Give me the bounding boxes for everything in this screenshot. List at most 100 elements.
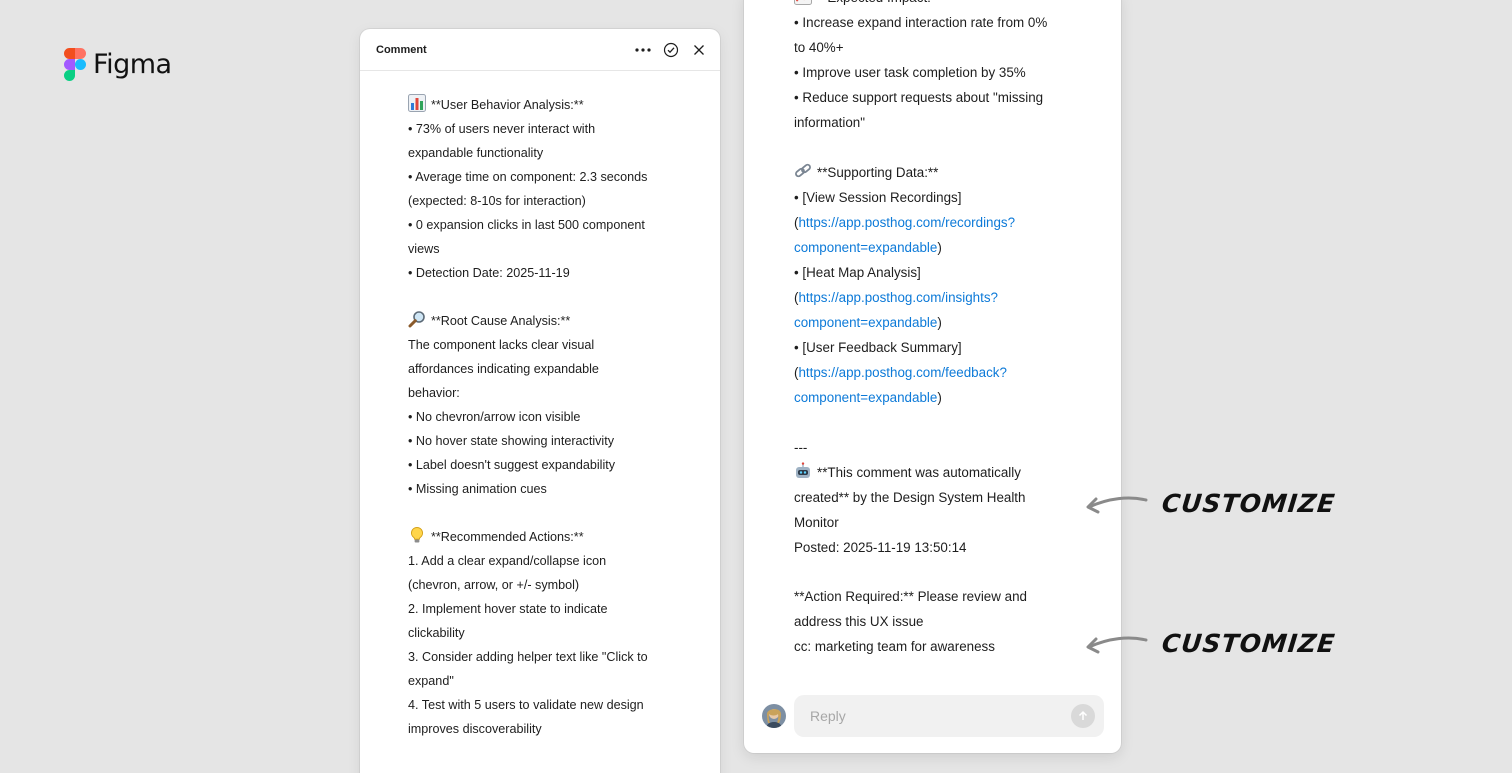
line-text: • Improve user task completion by 35%: [794, 65, 1026, 81]
magnifier-icon: [408, 310, 426, 328]
comment-line: (https://app.posthog.com/insights?: [794, 285, 1084, 310]
line-text: behavior:: [408, 386, 460, 400]
line-text: **Recommended Actions:**: [431, 530, 584, 544]
url-link[interactable]: component=expandable: [794, 390, 937, 405]
arrow-up-icon: [1078, 710, 1088, 720]
url-link[interactable]: component=expandable: [794, 240, 937, 255]
annotation-customize-2: CUSTOMIZE: [1084, 628, 1337, 658]
annotation-label: CUSTOMIZE: [1160, 628, 1337, 658]
reply-input[interactable]: Reply: [794, 695, 1104, 737]
comment-line: ---: [794, 435, 1084, 460]
line-text: expandable functionality: [408, 146, 544, 160]
paren-text: ): [937, 390, 942, 406]
line-text: address this UX issue: [794, 614, 924, 630]
line-text: • [User Feedback Summary]: [794, 340, 962, 356]
line-text: to 40%+: [794, 40, 844, 56]
line-text: 1. Add a clear expand/collapse icon: [408, 554, 607, 568]
comment-line: • No chevron/arrow icon visible: [408, 405, 688, 429]
comment-line: [408, 501, 688, 525]
line-text: information": [794, 115, 865, 131]
comment-line: expandable functionality: [408, 141, 688, 165]
line-text: views: [408, 242, 440, 256]
line-text: affordances indicating expandable: [408, 362, 599, 376]
curved-arrow-icon: [1086, 636, 1148, 654]
robot-icon: [794, 461, 812, 480]
comment-line: component=expandable): [794, 385, 1084, 410]
url-link[interactable]: https://app.posthog.com/insights?: [798, 290, 998, 305]
url-link[interactable]: https://app.posthog.com/recordings?: [798, 215, 1015, 230]
line-text: • Detection Date: 2025-11-19: [408, 266, 570, 280]
comment-line: • Average time on component: 2.3 seconds: [408, 165, 688, 189]
comment-line: [408, 285, 688, 309]
comment-line: affordances indicating expandable: [408, 357, 688, 381]
line-text: **User Behavior Analysis:**: [431, 98, 584, 112]
comment-line: cc: marketing team for awareness: [794, 634, 1084, 659]
line-text: **Root Cause Analysis:**: [431, 314, 571, 328]
comment-line: component=expandable): [794, 310, 1084, 335]
line-text: (chevron, arrow, or +/- symbol): [408, 578, 580, 592]
line-text: Monitor: [794, 514, 839, 530]
close-icon[interactable]: [690, 41, 708, 59]
comment-line: views: [408, 237, 688, 261]
comment-line: Monitor: [794, 510, 1084, 535]
line-text: • [Heat Map Analysis]: [794, 264, 921, 280]
line-text: 4. Test with 5 users to validate new des…: [408, 698, 644, 712]
comment-line: (expected: 8-10s for interaction): [408, 189, 688, 213]
comment-line: 4. Test with 5 users to validate new des…: [408, 693, 688, 717]
line-text: • Average time on component: 2.3 seconds: [408, 170, 648, 184]
comment-line: **Recommended Actions:**: [408, 525, 688, 549]
line-text: created** by the Design System Health: [794, 489, 1026, 505]
comment-line: • Label doesn't suggest expandability: [408, 453, 688, 477]
comment-line: component=expandable): [794, 235, 1084, 260]
trend-icon: [794, 0, 812, 5]
comment-line: **Supporting Data:**: [794, 160, 1084, 185]
line-text: **This comment was automatically: [817, 464, 1021, 480]
line-text: • 0 expansion clicks in last 500 compone…: [408, 218, 645, 232]
line-text: cc: marketing team for awareness: [794, 639, 995, 655]
line-text: clickability: [408, 626, 465, 640]
paren-text: ): [937, 239, 942, 255]
figma-logo-icon: [64, 48, 86, 81]
comment-line: • Improve user task completion by 35%: [794, 60, 1084, 85]
send-button[interactable]: [1071, 704, 1095, 728]
line-text: • Reduce support requests about "missing: [794, 90, 1044, 106]
comment-line: [794, 136, 1084, 160]
more-options-icon[interactable]: [634, 41, 652, 59]
link-icon: [794, 162, 812, 180]
canvas: Figma Comment **User Behavior Analysis:*…: [0, 0, 1512, 773]
chart-icon: [408, 94, 426, 112]
paren-text: ): [937, 315, 942, 331]
line-text: The component lacks clear visual: [408, 338, 595, 352]
comment-title: Comment: [376, 43, 427, 56]
comment-panel-right: **Expected Impact:** • Increase expand in…: [744, 0, 1121, 753]
resolve-check-icon[interactable]: [662, 41, 680, 59]
comment-line: • 0 expansion clicks in last 500 compone…: [408, 213, 688, 237]
comment-line: (chevron, arrow, or +/- symbol): [408, 573, 688, 597]
line-text: 3. Consider adding helper text like "Cli…: [408, 650, 648, 664]
url-link[interactable]: https://app.posthog.com/feedback?: [798, 365, 1006, 380]
figma-wordmark: Figma: [93, 49, 172, 80]
annotation-customize-1: CUSTOMIZE: [1084, 488, 1337, 518]
comment-line: • Reduce support requests about "missing: [794, 85, 1084, 110]
line-text: 2. Implement hover state to indicate: [408, 602, 608, 616]
curved-arrow-icon: [1086, 496, 1148, 514]
comment-body-right: **Expected Impact:** • Increase expand in…: [794, 0, 1084, 659]
line-text: improves discoverability: [408, 722, 542, 736]
line-text: • Missing animation cues: [408, 482, 547, 496]
comment-line: • No hover state showing interactivity: [408, 429, 688, 453]
comment-line: to 40%+: [794, 35, 1084, 60]
comment-line: **This comment was automatically: [794, 460, 1084, 485]
line-text: Posted: 2025-11-19 13:50:14: [794, 539, 967, 555]
comment-line: 3. Consider adding helper text like "Cli…: [408, 645, 688, 669]
url-link[interactable]: component=expandable: [794, 315, 937, 330]
comment-line: expand": [408, 669, 688, 693]
line-text: **Supporting Data:**: [817, 164, 939, 180]
line-text: • No chevron/arrow icon visible: [408, 410, 581, 424]
comment-line: [794, 560, 1084, 584]
line-text: **Expected Impact:**: [817, 0, 941, 5]
line-text: (expected: 8-10s for interaction): [408, 194, 586, 208]
comment-line: **Root Cause Analysis:**: [408, 309, 688, 333]
comment-line: information": [794, 110, 1084, 135]
line-text: • No hover state showing interactivity: [408, 434, 615, 448]
line-text: • Label doesn't suggest expandability: [408, 458, 616, 472]
